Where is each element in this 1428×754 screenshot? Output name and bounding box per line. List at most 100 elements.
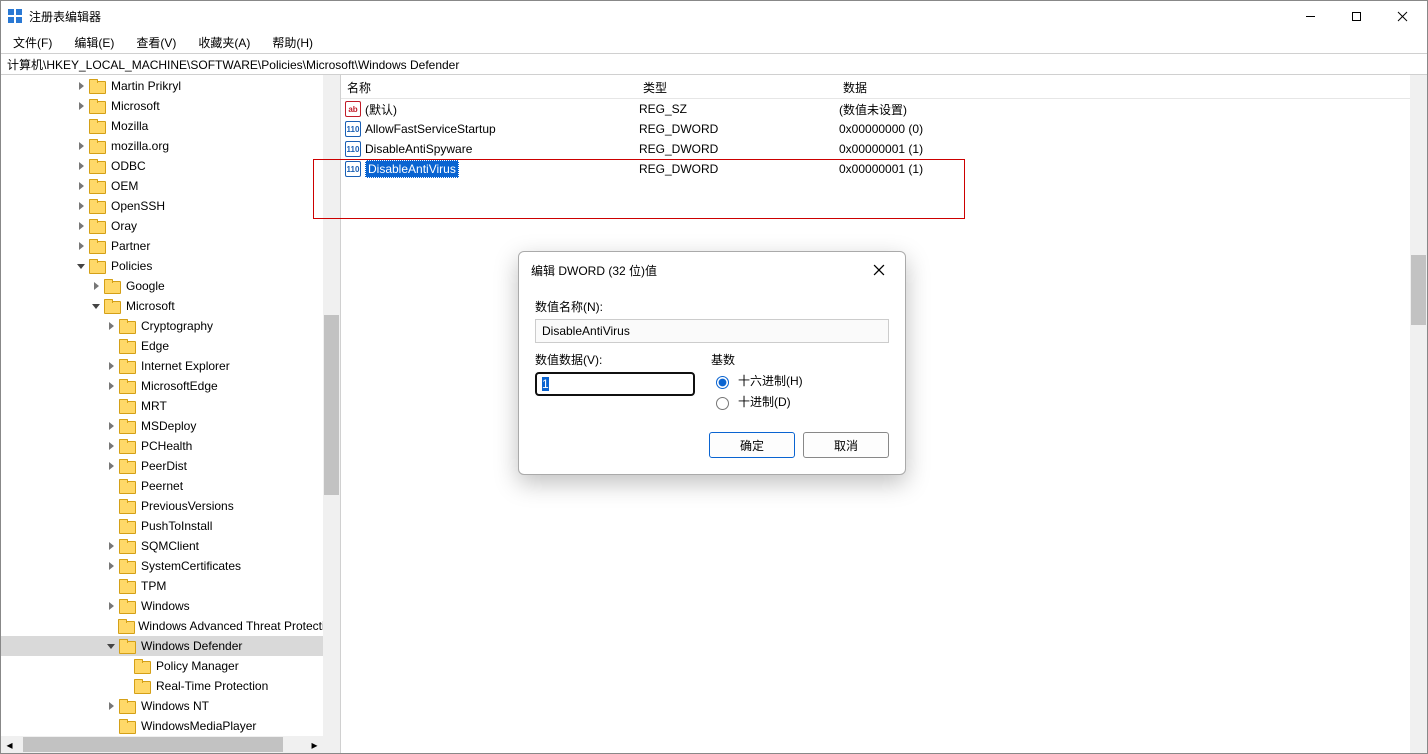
tree-item[interactable]: OpenSSH: [1, 196, 340, 216]
col-name-header[interactable]: 名称: [341, 75, 637, 98]
tree-item[interactable]: Policies: [1, 256, 340, 276]
tree-item[interactable]: SQMClient: [1, 536, 340, 556]
expand-icon[interactable]: [74, 259, 88, 273]
tree-item[interactable]: mozilla.org: [1, 136, 340, 156]
tree-scrollbar-vertical[interactable]: [323, 75, 340, 736]
tree[interactable]: Martin PrikrylMicrosoftMozillamozilla.or…: [1, 75, 340, 736]
list-body[interactable]: (默认)REG_SZ(数值未设置)AllowFastServiceStartup…: [341, 99, 1427, 179]
tree-item[interactable]: PCHealth: [1, 436, 340, 456]
tree-item-label: Windows Defender: [139, 638, 244, 654]
tree-item[interactable]: Mozilla: [1, 116, 340, 136]
tree-item-label: Cryptography: [139, 318, 215, 334]
tree-item[interactable]: TPM: [1, 576, 340, 596]
list-row[interactable]: (默认)REG_SZ(数值未设置): [341, 99, 1427, 119]
expand-icon[interactable]: [74, 239, 88, 253]
tree-item-label: Policies: [109, 258, 154, 274]
radix-dec-option[interactable]: 十进制(D): [711, 393, 889, 410]
tree-item[interactable]: SystemCertificates: [1, 556, 340, 576]
expand-icon[interactable]: [74, 199, 88, 213]
tree-item[interactable]: Cryptography: [1, 316, 340, 336]
radix-hex-radio[interactable]: [716, 376, 729, 389]
folder-icon: [119, 639, 135, 653]
menu-edit[interactable]: 编辑(E): [68, 32, 120, 53]
value-name-input[interactable]: [535, 319, 889, 343]
tree-item[interactable]: Oray: [1, 216, 340, 236]
expand-icon[interactable]: [104, 379, 118, 393]
tree-item[interactable]: Microsoft: [1, 96, 340, 116]
tree-item[interactable]: MicrosoftEdge: [1, 376, 340, 396]
menu-help[interactable]: 帮助(H): [266, 32, 319, 53]
expand-icon[interactable]: [74, 99, 88, 113]
scroll-right-icon[interactable]: ▸: [306, 736, 323, 753]
expand-icon[interactable]: [89, 299, 103, 313]
tree-item[interactable]: Policy Manager: [1, 656, 340, 676]
tree-item[interactable]: Windows: [1, 596, 340, 616]
tree-item[interactable]: PeerDist: [1, 456, 340, 476]
folder-icon: [89, 199, 105, 213]
tree-item[interactable]: OEM: [1, 176, 340, 196]
expand-icon[interactable]: [104, 359, 118, 373]
menu-file[interactable]: 文件(F): [7, 32, 58, 53]
tree-scrollbar-horizontal[interactable]: ◂ ▸: [1, 736, 323, 753]
tree-item[interactable]: Windows Advanced Threat Protection: [1, 616, 340, 636]
expand-icon[interactable]: [74, 79, 88, 93]
expand-icon[interactable]: [74, 139, 88, 153]
minimize-button[interactable]: [1287, 1, 1333, 31]
tree-item-label: PCHealth: [139, 438, 194, 454]
expand-icon[interactable]: [104, 459, 118, 473]
tree-item[interactable]: Windows NT: [1, 696, 340, 716]
dialog-close-button[interactable]: [865, 256, 893, 284]
address-bar[interactable]: 计算机\HKEY_LOCAL_MACHINE\SOFTWARE\Policies…: [1, 53, 1427, 75]
tree-item[interactable]: ODBC: [1, 156, 340, 176]
list-row[interactable]: DisableAntiSpywareREG_DWORD0x00000001 (1…: [341, 139, 1427, 159]
tree-item[interactable]: MRT: [1, 396, 340, 416]
expand-icon[interactable]: [104, 639, 118, 653]
expand-icon[interactable]: [74, 159, 88, 173]
expand-icon[interactable]: [104, 559, 118, 573]
list-row[interactable]: DisableAntiVirusREG_DWORD0x00000001 (1): [341, 159, 1427, 179]
radix-hex-option[interactable]: 十六进制(H): [711, 372, 889, 389]
menu-view[interactable]: 查看(V): [130, 32, 182, 53]
tree-item[interactable]: PushToInstall: [1, 516, 340, 536]
scroll-thumb[interactable]: [1411, 255, 1426, 325]
tree-item[interactable]: Microsoft: [1, 296, 340, 316]
ok-button[interactable]: 确定: [709, 432, 795, 458]
tree-item[interactable]: Google: [1, 276, 340, 296]
tree-item[interactable]: Real-Time Protection: [1, 676, 340, 696]
tree-item[interactable]: MSDeploy: [1, 416, 340, 436]
close-button[interactable]: [1379, 1, 1425, 31]
list-scrollbar-vertical[interactable]: [1410, 75, 1427, 753]
scroll-left-icon[interactable]: ◂: [1, 736, 18, 753]
radix-dec-radio[interactable]: [716, 397, 729, 410]
list-row[interactable]: AllowFastServiceStartupREG_DWORD0x000000…: [341, 119, 1427, 139]
expand-icon[interactable]: [89, 279, 103, 293]
cancel-button[interactable]: 取消: [803, 432, 889, 458]
expand-icon[interactable]: [104, 319, 118, 333]
expand-icon[interactable]: [104, 439, 118, 453]
col-data-header[interactable]: 数据: [837, 75, 1427, 98]
expand-icon[interactable]: [104, 699, 118, 713]
tree-item[interactable]: Windows Defender: [1, 636, 340, 656]
tree-item[interactable]: WindowsMediaPlayer: [1, 716, 340, 736]
expand-icon[interactable]: [104, 599, 118, 613]
scroll-thumb[interactable]: [324, 315, 339, 495]
dialog-titlebar[interactable]: 编辑 DWORD (32 位)值: [519, 252, 905, 288]
expand-icon[interactable]: [74, 179, 88, 193]
expand-icon[interactable]: [74, 219, 88, 233]
tree-item[interactable]: Martin Prikryl: [1, 76, 340, 96]
menu-favorites[interactable]: 收藏夹(A): [192, 32, 256, 53]
expand-icon[interactable]: [104, 539, 118, 553]
tree-item[interactable]: Partner: [1, 236, 340, 256]
tree-item[interactable]: Peernet: [1, 476, 340, 496]
list-header[interactable]: 名称 类型 数据: [341, 75, 1427, 99]
tree-item[interactable]: Internet Explorer: [1, 356, 340, 376]
value-data-input[interactable]: [535, 372, 695, 396]
scroll-thumb[interactable]: [23, 737, 283, 752]
tree-item[interactable]: Edge: [1, 336, 340, 356]
folder-icon: [119, 719, 135, 733]
tree-item[interactable]: PreviousVersions: [1, 496, 340, 516]
tree-item-label: MicrosoftEdge: [139, 378, 220, 394]
col-type-header[interactable]: 类型: [637, 75, 837, 98]
maximize-button[interactable]: [1333, 1, 1379, 31]
expand-icon[interactable]: [104, 419, 118, 433]
